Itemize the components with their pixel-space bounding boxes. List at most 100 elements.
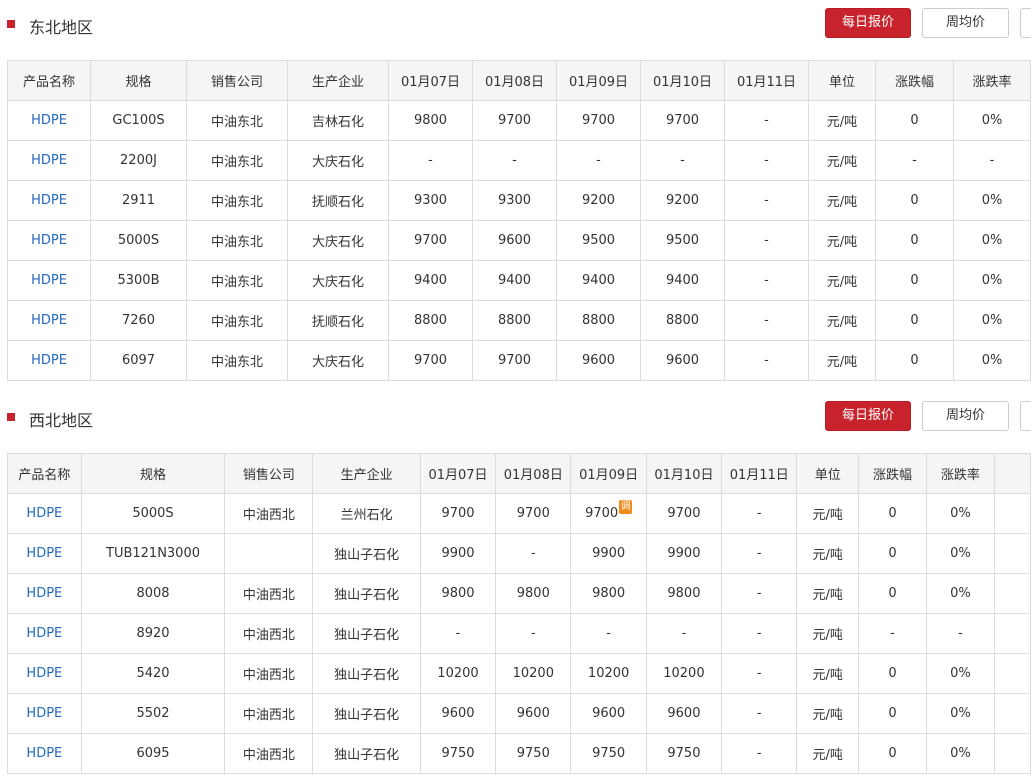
product-cell[interactable]: HDPE — [7, 613, 82, 654]
sales-company-cell: 中油西北 — [224, 573, 314, 614]
sales-company-cell: 中油东北 — [186, 180, 288, 221]
product-cell[interactable]: HDPE — [7, 533, 82, 574]
price-cell: 9700 — [472, 100, 557, 141]
price-cell: - — [645, 613, 723, 654]
unit-cell: 元/吨 — [796, 573, 860, 614]
price-cell: 9200 — [556, 180, 641, 221]
producer-cell: 大庆石化 — [287, 220, 389, 261]
price-cell: 9900 — [570, 533, 647, 574]
producer-cell: 大庆石化 — [287, 260, 389, 301]
price-cell: - — [570, 613, 647, 654]
daily-price-button[interactable]: 每日报价 — [825, 401, 911, 431]
price-cell: - — [495, 613, 572, 654]
spec-cell: 8008 — [80, 573, 226, 614]
price-cell: 9600 — [570, 693, 647, 734]
spec-cell: TUB121N3000 — [80, 533, 226, 574]
change-rate-cell: 0% — [953, 180, 1031, 221]
price-cell: - — [721, 693, 798, 734]
price-cell: - — [724, 340, 809, 381]
column-header: 生产企业 — [287, 60, 389, 101]
more-button[interactable] — [1020, 401, 1031, 431]
price-cell: 9600 — [556, 340, 641, 381]
product-cell[interactable]: HDPE — [7, 693, 82, 734]
producer-cell: 独山子石化 — [312, 533, 421, 574]
spec-cell: 8920 — [80, 613, 226, 654]
column-header: 01月07日 — [419, 453, 497, 494]
product-cell[interactable]: HDPE — [7, 100, 91, 141]
price-cell: 9400 — [556, 260, 641, 301]
overflow-cell — [993, 693, 1031, 734]
unit-cell: 元/吨 — [808, 140, 876, 181]
daily-price-button[interactable]: 每日报价 — [825, 8, 911, 38]
weekly-average-button[interactable]: 周均价 — [922, 8, 1009, 38]
price-table: 产品名称 规格 销售公司 生产企业 01月07日 01月08日 01月09日 01月10日 01… — [7, 453, 1031, 774]
price-cell: 9600 — [472, 220, 557, 261]
product-cell[interactable]: HDPE — [7, 573, 82, 614]
price-cell: 10200 — [419, 653, 497, 694]
column-header: 涨跌率 — [925, 453, 995, 494]
producer-cell: 抚顺石化 — [287, 180, 389, 221]
price-cell: 9750 — [419, 733, 497, 774]
more-button[interactable] — [1020, 8, 1031, 38]
price-cell: 9600 — [495, 693, 572, 734]
change-rate-cell: 0% — [925, 533, 995, 574]
price-cell: 9700 调 — [570, 493, 647, 534]
product-cell[interactable]: HDPE — [7, 180, 91, 221]
product-cell[interactable]: HDPE — [7, 260, 91, 301]
spec-cell: 7260 — [90, 300, 187, 341]
price-cell: 9700 — [645, 493, 723, 534]
product-cell[interactable]: HDPE — [7, 340, 91, 381]
price-cell: 9200 — [640, 180, 725, 221]
change-rate-cell: 0% — [925, 493, 995, 534]
unit-cell: 元/吨 — [796, 613, 860, 654]
product-cell[interactable]: HDPE — [7, 733, 82, 774]
column-header — [993, 453, 1031, 494]
price-cell: 9700 — [419, 493, 497, 534]
price-cell: 9400 — [472, 260, 557, 301]
price-cell: - — [388, 140, 473, 181]
product-cell[interactable]: HDPE — [7, 140, 91, 181]
table-row: HDPE 7260 中油东北 抚顺石化 8800 8800 8800 8800- 元/吨 0 0% — [7, 300, 1031, 341]
price-cell: 9800 — [495, 573, 572, 614]
section-header: 东北地区 每日报价 周均价 — [0, 0, 1031, 60]
price-cell: - — [724, 260, 809, 301]
unit-cell: 元/吨 — [796, 653, 860, 694]
price-cell: 9400 — [388, 260, 473, 301]
table-row: HDPE 2200J 中油东北 大庆石化 - - - - - 元/吨 - - — [7, 140, 1031, 181]
product-cell[interactable]: HDPE — [7, 653, 82, 694]
price-cell: - — [419, 613, 497, 654]
price-cell: - — [724, 180, 809, 221]
table-row: HDPE 6097 中油东北 大庆石化 9700 9700 9600 9600- 元/吨 0 0% — [7, 340, 1031, 381]
unit-cell: 元/吨 — [796, 493, 860, 534]
price-cell: - — [724, 100, 809, 141]
spec-cell: 5502 — [80, 693, 226, 734]
change-rate-cell: 0% — [953, 100, 1031, 141]
unit-cell: 元/吨 — [796, 693, 860, 734]
producer-cell: 独山子石化 — [312, 573, 421, 614]
product-cell[interactable]: HDPE — [7, 220, 91, 261]
column-header: 单位 — [796, 453, 860, 494]
column-header: 01月11日 — [724, 60, 809, 101]
price-cell: 8800 — [556, 300, 641, 341]
column-header: 01月08日 — [472, 60, 557, 101]
change-cell: - — [875, 140, 954, 181]
overflow-cell — [993, 573, 1031, 614]
product-cell[interactable]: HDPE — [7, 493, 82, 534]
change-rate-cell: 0% — [953, 260, 1031, 301]
unit-cell: 元/吨 — [808, 100, 876, 141]
change-cell: 0 — [858, 653, 927, 694]
product-cell[interactable]: HDPE — [7, 300, 91, 341]
column-header: 01月09日 — [556, 60, 641, 101]
table-row: HDPE 8008 中油西北 独山子石化 9800 9800 9800 9800- 元/吨 0 0% — [7, 573, 1031, 614]
column-header: 销售公司 — [224, 453, 314, 494]
table-row: HDPE 5420 中油西北 独山子石化 10200 10200 10200 10200- 元/… — [7, 653, 1031, 694]
price-cell: - — [724, 140, 809, 181]
weekly-average-button[interactable]: 周均价 — [922, 401, 1009, 431]
column-header: 01月10日 — [645, 453, 723, 494]
change-cell: 0 — [858, 493, 927, 534]
sales-company-cell: 中油西北 — [224, 493, 314, 534]
section-marker — [7, 413, 15, 421]
spec-cell: 6097 — [90, 340, 187, 381]
price-cell: - — [721, 613, 798, 654]
price-cell: - — [721, 493, 798, 534]
